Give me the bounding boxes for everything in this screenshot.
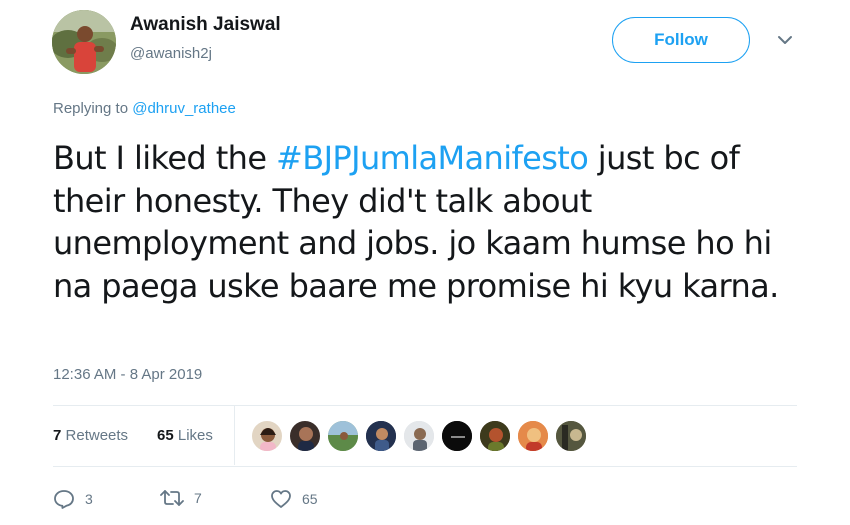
reply-icon xyxy=(54,490,74,509)
liker-avatar[interactable] xyxy=(289,420,321,452)
liker-avatar[interactable] xyxy=(327,420,359,452)
retweet-icon xyxy=(160,490,184,506)
liker-avatar[interactable] xyxy=(479,420,511,452)
follow-button[interactable]: Follow xyxy=(612,17,750,63)
heart-icon xyxy=(271,490,291,508)
liker-avatar[interactable] xyxy=(365,420,397,452)
liker-avatar[interactable] xyxy=(517,420,549,452)
stats-bottom-divider xyxy=(53,466,797,467)
author-avatar[interactable] xyxy=(52,10,116,74)
stats-top-divider xyxy=(53,405,797,406)
replying-to: Replying to @dhruv_rathee xyxy=(53,100,236,117)
tweet-text-before: But I liked the xyxy=(53,139,276,177)
tweet-timestamp[interactable]: 12:36 AM - 8 Apr 2019 xyxy=(53,366,202,383)
liker-avatar[interactable] xyxy=(555,420,587,452)
liker-avatar[interactable] xyxy=(251,420,283,452)
liker-avatar[interactable] xyxy=(441,420,473,452)
replying-prefix: Replying to xyxy=(53,100,133,117)
stats-vertical-divider xyxy=(234,405,235,465)
retweet-count: 7 xyxy=(194,490,202,506)
replying-mention-link[interactable]: @dhruv_rathee xyxy=(132,100,236,117)
avatar-image xyxy=(52,10,116,74)
retweets-label: Retweets xyxy=(65,427,129,444)
like-count: 65 xyxy=(302,491,318,507)
chevron-down-icon[interactable] xyxy=(776,33,794,47)
hashtag-link[interactable]: #BJPJumlaManifesto xyxy=(276,139,589,177)
author-name[interactable]: Awanish Jaiswal xyxy=(130,14,281,36)
tweet-text: But I liked the #BJPJumlaManifesto just … xyxy=(53,137,813,307)
like-action[interactable]: 65 xyxy=(270,489,318,509)
retweet-action[interactable]: 7 xyxy=(160,489,202,507)
reply-count: 3 xyxy=(85,491,93,507)
tweet-card: Awanish Jaiswal @awanish2j Follow Replyi… xyxy=(0,0,850,525)
likes-stat[interactable]: 65 Likes xyxy=(157,427,213,444)
reply-action[interactable]: 3 xyxy=(53,489,93,509)
retweets-stat[interactable]: 7 Retweets xyxy=(53,427,128,444)
likes-count: 65 xyxy=(157,427,174,444)
likes-label: Likes xyxy=(177,427,213,444)
retweets-count: 7 xyxy=(53,427,62,444)
liker-avatar[interactable] xyxy=(403,420,435,452)
author-handle[interactable]: @awanish2j xyxy=(130,45,212,62)
